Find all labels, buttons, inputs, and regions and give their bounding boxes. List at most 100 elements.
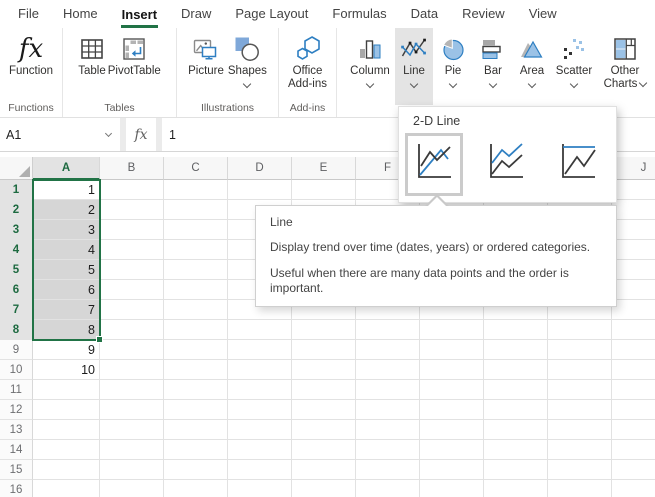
row-header-9[interactable]: 9 xyxy=(0,340,33,360)
cell-C14[interactable] xyxy=(164,440,228,460)
cell-B9[interactable] xyxy=(100,340,164,360)
cell-C10[interactable] xyxy=(164,360,228,380)
cell-C3[interactable] xyxy=(164,220,228,240)
cell-A6[interactable]: 6 xyxy=(33,280,100,300)
cell-B2[interactable] xyxy=(100,200,164,220)
row-header-4[interactable]: 4 xyxy=(0,240,33,260)
cell-D9[interactable] xyxy=(228,340,292,360)
row-header-12[interactable]: 12 xyxy=(0,400,33,420)
column-header-A[interactable]: A xyxy=(33,157,100,180)
cell-E1[interactable] xyxy=(292,180,356,200)
row-header-16[interactable]: 16 xyxy=(0,480,33,497)
menu-tab-formulas[interactable]: Formulas xyxy=(331,0,387,28)
cell-J8[interactable] xyxy=(612,320,655,340)
cell-I9[interactable] xyxy=(548,340,612,360)
cell-B16[interactable] xyxy=(100,480,164,497)
cell-C4[interactable] xyxy=(164,240,228,260)
cell-J6[interactable] xyxy=(612,280,655,300)
cell-A4[interactable]: 4 xyxy=(33,240,100,260)
cell-A11[interactable] xyxy=(33,380,100,400)
cell-A9[interactable]: 9 xyxy=(33,340,100,360)
cell-G12[interactable] xyxy=(420,400,484,420)
cell-B4[interactable] xyxy=(100,240,164,260)
cell-B1[interactable] xyxy=(100,180,164,200)
line-option[interactable] xyxy=(405,133,463,196)
cell-G11[interactable] xyxy=(420,380,484,400)
cell-C6[interactable] xyxy=(164,280,228,300)
cell-H13[interactable] xyxy=(484,420,548,440)
cell-J13[interactable] xyxy=(612,420,655,440)
row-header-6[interactable]: 6 xyxy=(0,280,33,300)
cell-D1[interactable] xyxy=(228,180,292,200)
cell-H11[interactable] xyxy=(484,380,548,400)
cell-G15[interactable] xyxy=(420,460,484,480)
cell-A16[interactable] xyxy=(33,480,100,497)
cell-G10[interactable] xyxy=(420,360,484,380)
cell-G16[interactable] xyxy=(420,480,484,497)
cell-H15[interactable] xyxy=(484,460,548,480)
office-addins-button[interactable]: Office Add-ins xyxy=(288,28,327,91)
cell-D12[interactable] xyxy=(228,400,292,420)
fill-handle[interactable] xyxy=(96,336,103,343)
cell-J3[interactable] xyxy=(612,220,655,240)
cell-H9[interactable] xyxy=(484,340,548,360)
row-header-13[interactable]: 13 xyxy=(0,420,33,440)
cell-J15[interactable] xyxy=(612,460,655,480)
cell-I16[interactable] xyxy=(548,480,612,497)
cell-B12[interactable] xyxy=(100,400,164,420)
row-header-7[interactable]: 7 xyxy=(0,300,33,320)
function-button[interactable]: fx Function xyxy=(9,28,53,78)
stacked-line-option[interactable] xyxy=(477,133,535,196)
cell-G8[interactable] xyxy=(420,320,484,340)
cell-F9[interactable] xyxy=(356,340,420,360)
cell-J14[interactable] xyxy=(612,440,655,460)
cell-F12[interactable] xyxy=(356,400,420,420)
other-charts-button[interactable]: Other Charts xyxy=(597,28,653,91)
cell-I8[interactable] xyxy=(548,320,612,340)
shapes-button[interactable]: Shapes xyxy=(228,28,267,87)
insert-function-button[interactable]: fx xyxy=(126,118,156,151)
cell-J16[interactable] xyxy=(612,480,655,497)
menu-tab-view[interactable]: View xyxy=(528,0,558,28)
cell-B14[interactable] xyxy=(100,440,164,460)
column-header-D[interactable]: D xyxy=(228,157,292,180)
cell-G13[interactable] xyxy=(420,420,484,440)
area-chart-button[interactable]: Area xyxy=(513,28,551,87)
name-box[interactable]: A1 xyxy=(0,118,120,151)
cell-H16[interactable] xyxy=(484,480,548,497)
row-header-1[interactable]: 1 xyxy=(0,180,33,200)
cell-F11[interactable] xyxy=(356,380,420,400)
column-header-B[interactable]: B xyxy=(100,157,164,180)
cell-J12[interactable] xyxy=(612,400,655,420)
cell-D14[interactable] xyxy=(228,440,292,460)
cell-A12[interactable] xyxy=(33,400,100,420)
cell-J10[interactable] xyxy=(612,360,655,380)
menu-tab-home[interactable]: Home xyxy=(62,0,99,28)
scatter-chart-button[interactable]: Scatter xyxy=(551,28,597,87)
column-header-E[interactable]: E xyxy=(292,157,356,180)
cell-J4[interactable] xyxy=(612,240,655,260)
pivottable-button[interactable]: PivotTable xyxy=(108,28,161,78)
cell-D11[interactable] xyxy=(228,380,292,400)
cell-A14[interactable] xyxy=(33,440,100,460)
cell-E10[interactable] xyxy=(292,360,356,380)
cell-C16[interactable] xyxy=(164,480,228,497)
row-header-14[interactable]: 14 xyxy=(0,440,33,460)
cell-E16[interactable] xyxy=(292,480,356,497)
cell-A2[interactable]: 2 xyxy=(33,200,100,220)
row-header-11[interactable]: 11 xyxy=(0,380,33,400)
menu-tab-page-layout[interactable]: Page Layout xyxy=(234,0,309,28)
column-header-C[interactable]: C xyxy=(164,157,228,180)
cell-A3[interactable]: 3 xyxy=(33,220,100,240)
cell-J2[interactable] xyxy=(612,200,655,220)
menu-tab-data[interactable]: Data xyxy=(410,0,439,28)
cell-H12[interactable] xyxy=(484,400,548,420)
cell-I10[interactable] xyxy=(548,360,612,380)
line-chart-button[interactable]: Line xyxy=(395,28,433,105)
row-header-5[interactable]: 5 xyxy=(0,260,33,280)
cell-C1[interactable] xyxy=(164,180,228,200)
cell-B15[interactable] xyxy=(100,460,164,480)
cell-J5[interactable] xyxy=(612,260,655,280)
cell-E9[interactable] xyxy=(292,340,356,360)
row-header-15[interactable]: 15 xyxy=(0,460,33,480)
